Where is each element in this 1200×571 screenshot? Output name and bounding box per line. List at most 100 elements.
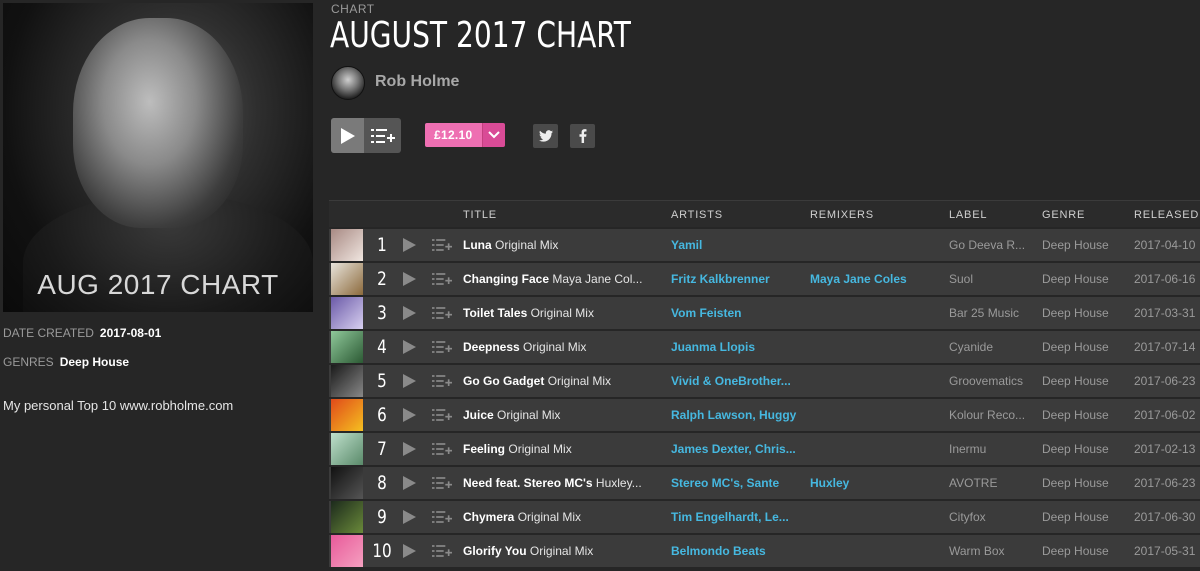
track-name[interactable]: Deepness: [463, 340, 520, 354]
play-track-icon[interactable]: [403, 306, 416, 320]
track-row[interactable]: 7 Feeling Original Mix James Dexter, Chris…: [329, 433, 1200, 465]
track-name[interactable]: Need feat. Stereo MC's: [463, 476, 593, 490]
track-mix[interactable]: Original Mix: [548, 374, 611, 388]
track-row[interactable]: 5 Go Go Gadget Original Mix Vivid & OneBro…: [329, 365, 1200, 397]
track-artists-link[interactable]: Yamil: [671, 238, 799, 252]
play-track-icon[interactable]: [403, 510, 416, 524]
track-title-link[interactable]: Feeling Original Mix: [463, 442, 659, 456]
track-title-link[interactable]: Chymera Original Mix: [463, 510, 659, 524]
buy-chart-button[interactable]: £12.10: [425, 123, 505, 147]
track-artists-link[interactable]: Belmondo Beats: [671, 544, 799, 558]
track-mix[interactable]: Original Mix: [530, 544, 593, 558]
track-row[interactable]: 9 Chymera Original Mix Tim Engelhardt, Le.…: [329, 501, 1200, 533]
play-track-icon[interactable]: [403, 272, 416, 286]
track-mix[interactable]: Original Mix: [523, 340, 586, 354]
track-artists-link[interactable]: Juanma Llopis: [671, 340, 799, 354]
track-mix[interactable]: Original Mix: [497, 408, 560, 422]
add-track-to-queue-icon[interactable]: [432, 442, 452, 456]
track-artwork[interactable]: [331, 535, 363, 567]
track-mix[interactable]: Maya Jane Col...: [552, 272, 642, 286]
genres-value-link[interactable]: Deep House: [60, 355, 129, 369]
track-artists-link[interactable]: Ralph Lawson, Huggy: [671, 408, 799, 422]
play-track-icon[interactable]: [403, 408, 416, 422]
track-title-link[interactable]: Go Go Gadget Original Mix: [463, 374, 659, 388]
add-track-to-queue-icon[interactable]: [432, 374, 452, 388]
artist-avatar[interactable]: [331, 66, 365, 100]
add-track-to-queue-icon[interactable]: [432, 544, 452, 558]
share-twitter-button[interactable]: [533, 124, 558, 148]
track-name[interactable]: Feeling: [463, 442, 505, 456]
play-all-button[interactable]: [331, 118, 364, 153]
track-artists-link[interactable]: Stereo MC's, Sante: [671, 476, 799, 490]
track-name[interactable]: Luna: [463, 238, 492, 252]
play-track-icon[interactable]: [403, 374, 416, 388]
track-artists-link[interactable]: James Dexter, Chris...: [671, 442, 799, 456]
play-track-icon[interactable]: [403, 442, 416, 456]
track-title-link[interactable]: Luna Original Mix: [463, 238, 659, 252]
track-name[interactable]: Go Go Gadget: [463, 374, 544, 388]
track-artwork[interactable]: [331, 365, 363, 397]
track-artists-link[interactable]: Fritz Kalkbrenner: [671, 272, 799, 286]
play-track-icon[interactable]: [403, 238, 416, 252]
column-released[interactable]: RELEASED: [1134, 209, 1199, 221]
page-eyebrow: CHART: [331, 2, 375, 16]
track-remixers-link[interactable]: Maya Jane Coles: [810, 272, 938, 286]
track-artwork[interactable]: [331, 229, 363, 261]
add-all-to-queue-button[interactable]: [364, 118, 401, 153]
price-dropdown-toggle[interactable]: [481, 123, 505, 147]
track-mix[interactable]: Huxley...: [596, 476, 642, 490]
track-name[interactable]: Juice: [463, 408, 494, 422]
share-facebook-button[interactable]: [570, 124, 595, 148]
add-track-to-queue-icon[interactable]: [432, 238, 452, 252]
track-mix[interactable]: Original Mix: [531, 306, 594, 320]
column-title[interactable]: TITLE: [463, 209, 497, 221]
column-label[interactable]: LABEL: [949, 209, 987, 221]
play-track-icon[interactable]: [403, 340, 416, 354]
track-mix[interactable]: Original Mix: [518, 510, 581, 524]
track-row[interactable]: 3 Toilet Tales Original Mix Vom Feisten Bar…: [329, 297, 1200, 329]
track-artwork[interactable]: [331, 297, 363, 329]
artist-name-link[interactable]: Rob Holme: [375, 73, 459, 91]
track-artists-link[interactable]: Vivid & OneBrother...: [671, 374, 799, 388]
track-title-link[interactable]: Juice Original Mix: [463, 408, 659, 422]
column-remixers[interactable]: REMIXERS: [810, 209, 874, 221]
add-track-to-queue-icon[interactable]: [432, 510, 452, 524]
track-name[interactable]: Glorify You: [463, 544, 527, 558]
track-row[interactable]: 2 Changing Face Maya Jane Col... Fritz Kal…: [329, 263, 1200, 295]
track-mix[interactable]: Original Mix: [508, 442, 571, 456]
track-artists-link[interactable]: Tim Engelhardt, Le...: [671, 510, 799, 524]
track-artwork[interactable]: [331, 501, 363, 533]
price-label[interactable]: £12.10: [425, 123, 482, 147]
add-track-to-queue-icon[interactable]: [432, 306, 452, 320]
add-track-to-queue-icon[interactable]: [432, 340, 452, 354]
track-title-link[interactable]: Need feat. Stereo MC's Huxley...: [463, 476, 659, 490]
track-title-link[interactable]: Glorify You Original Mix: [463, 544, 659, 558]
play-track-icon[interactable]: [403, 476, 416, 490]
track-name[interactable]: Changing Face: [463, 272, 549, 286]
track-genre: Deep House: [1042, 476, 1109, 490]
track-artwork[interactable]: [331, 399, 363, 431]
play-track-icon[interactable]: [403, 544, 416, 558]
track-row[interactable]: 4 Deepness Original Mix Juanma Llopis Cyani…: [329, 331, 1200, 363]
track-artists-link[interactable]: Vom Feisten: [671, 306, 799, 320]
track-title-link[interactable]: Changing Face Maya Jane Col...: [463, 272, 659, 286]
track-mix[interactable]: Original Mix: [495, 238, 558, 252]
track-artwork[interactable]: [331, 467, 363, 499]
column-genre[interactable]: GENRE: [1042, 209, 1085, 221]
track-artwork[interactable]: [331, 263, 363, 295]
track-row[interactable]: 8 Need feat. Stereo MC's Huxley... Stereo …: [329, 467, 1200, 499]
column-artists[interactable]: ARTISTS: [671, 209, 723, 221]
track-remixers-link[interactable]: Huxley: [810, 476, 938, 490]
track-name[interactable]: Toilet Tales: [463, 306, 527, 320]
track-row[interactable]: 10 Glorify You Original Mix Belmondo Beats…: [329, 535, 1200, 567]
track-title-link[interactable]: Toilet Tales Original Mix: [463, 306, 659, 320]
track-artwork[interactable]: [331, 331, 363, 363]
add-track-to-queue-icon[interactable]: [432, 408, 452, 422]
track-name[interactable]: Chymera: [463, 510, 514, 524]
track-artwork[interactable]: [331, 433, 363, 465]
add-track-to-queue-icon[interactable]: [432, 272, 452, 286]
track-row[interactable]: 6 Juice Original Mix Ralph Lawson, Huggy Ko…: [329, 399, 1200, 431]
track-title-link[interactable]: Deepness Original Mix: [463, 340, 659, 354]
add-track-to-queue-icon[interactable]: [432, 476, 452, 490]
track-row[interactable]: 1 Luna Original Mix Yamil Go Deeva R... Deep…: [329, 229, 1200, 261]
